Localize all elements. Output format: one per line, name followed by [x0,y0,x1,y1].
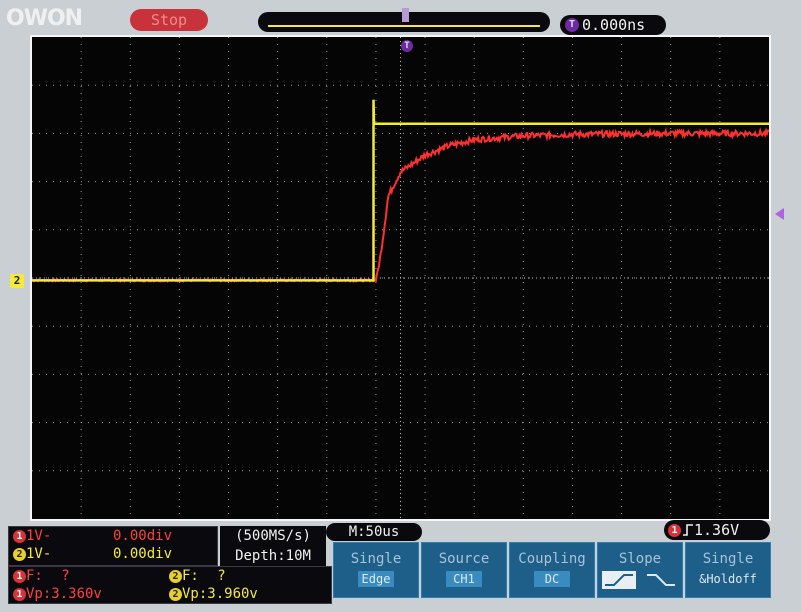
ch1-vp-badge: 1 [13,588,26,601]
brand-logo: OWON [6,6,83,31]
menu-title: Single [702,551,754,567]
ch1-scale: 1V- [26,528,52,544]
ch2-vp-badge: 2 [169,588,182,601]
menu-title: Slope [618,551,662,567]
ch1-offset: 0.00div [113,528,173,544]
ch1-freq-label: F: [26,568,43,584]
trigger-delay-value: 0.000ns [582,16,646,34]
measure-panel: 1 F: ? 2 F: ? 1 Vp:3.360v 2 Vp:3.960v [8,566,332,604]
ch2-freq-badge: 2 [169,570,182,583]
rising-edge-icon [683,524,693,536]
vpp-row: 1 Vp:3.360v 2 Vp:3.960v [9,585,331,603]
position-marker [402,8,409,22]
ch1-vp: Vp:3.360v [26,586,102,602]
ch1-badge: 1 [13,530,26,543]
falling-slope-icon[interactable] [644,571,678,589]
menu-value: DC [534,571,570,587]
trigger-source-badge: 1 [668,524,681,537]
freq-row: 1 F: ? 2 F: ? [9,567,331,585]
menu-single-edge[interactable]: Single Edge [333,542,419,598]
menu-slope[interactable]: Slope [597,542,683,598]
timebase-position-bar[interactable] [258,8,550,32]
run-stop-button[interactable]: Stop [130,9,208,31]
waveform-display [30,35,771,521]
trigger-delay-icon: T [565,18,579,32]
menu-title: Single [350,551,402,567]
menu-holdoff[interactable]: Single &Holdoff [685,542,771,598]
main-timebase[interactable]: M:50us [326,523,422,541]
ch1-freq: ? [61,568,70,584]
menu-source[interactable]: Source CH1 [421,542,507,598]
record-depth: Depth:10M [235,548,311,564]
ch2-scale-row: 2 1V- 0.00div [9,545,217,563]
trigger-position-icon[interactable]: T [401,40,413,52]
ch2-vp: Vp:3.960v [182,586,258,602]
ch1-scale-row: 1 1V- 0.00div [9,527,217,545]
rising-slope-icon[interactable] [601,571,636,589]
menu-title: Source [438,551,490,567]
ch1-freq-badge: 1 [13,570,26,583]
trigger-level-icon[interactable] [775,208,784,220]
trigger-level: 1.36V [694,521,740,539]
menu-coupling[interactable]: Coupling DC [509,542,595,598]
ch2-freq: ? [217,568,226,584]
menu-value: Edge [358,571,394,587]
acquisition-info: (500MS/s) Depth:10M [220,526,326,566]
menu-value: CH1 [446,571,482,587]
ch2-scale: 1V- [26,546,52,562]
trigger-info: 1 1.36V [664,520,770,540]
memory-window-line [268,25,540,27]
ch2-badge: 2 [13,548,26,561]
channel-scale-panel: 1 1V- 0.00div 2 1V- 0.00div [8,526,218,566]
menu-value: &Holdoff [699,572,757,586]
sample-rate: (500MS/s) [235,528,311,544]
ch2-ground-marker[interactable]: 2 [10,274,24,288]
menu-title: Coupling [518,551,586,567]
waveform-plot [32,37,769,519]
ch2-freq-label: F: [182,568,199,584]
ch2-offset: 0.00div [113,546,173,562]
